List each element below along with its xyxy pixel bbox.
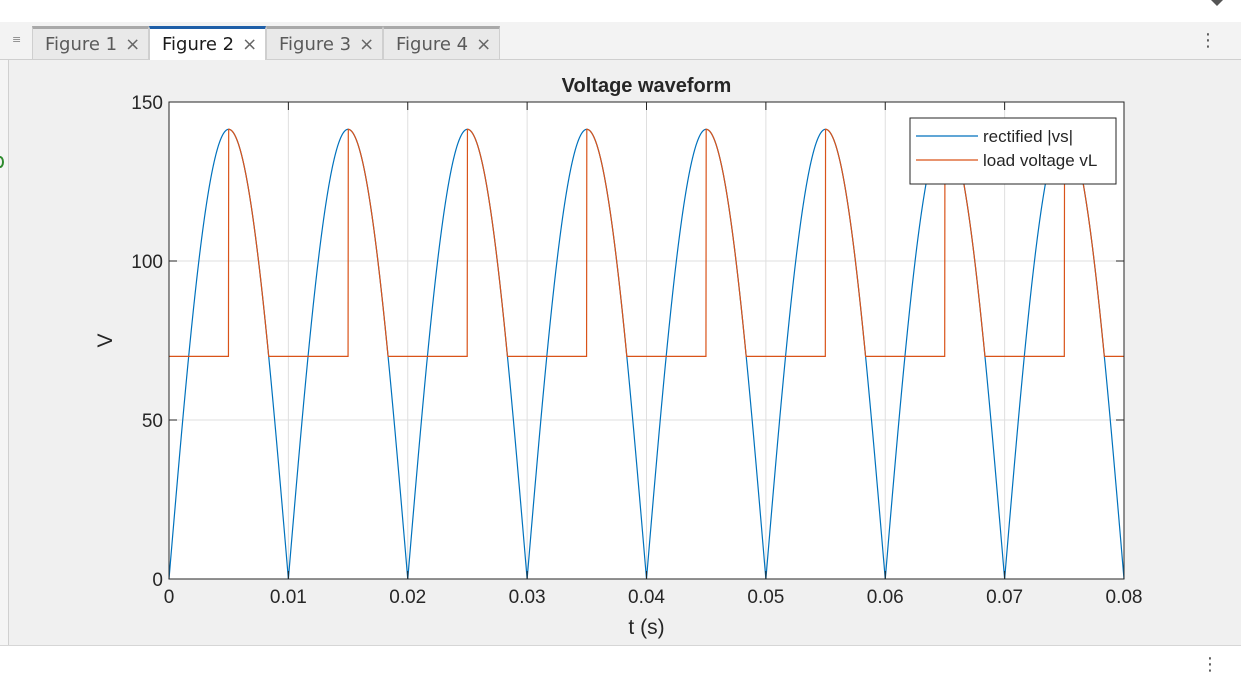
x-tick-label: 0.08 xyxy=(1106,587,1143,608)
close-icon[interactable]: × xyxy=(359,34,374,55)
x-tick-label: 0.02 xyxy=(389,587,426,608)
x-tick-label: 0.05 xyxy=(747,587,784,608)
tab-figure-3[interactable]: Figure 3 × xyxy=(266,26,383,59)
grip-icon[interactable]: ≡ xyxy=(12,34,21,45)
close-icon[interactable]: × xyxy=(125,34,140,55)
x-tick-label: 0 xyxy=(164,587,175,608)
x-tick-label: 0.03 xyxy=(509,587,546,608)
more-options-icon[interactable]: ⋮ xyxy=(1199,30,1217,51)
top-toolstrip xyxy=(0,0,1241,23)
figure-canvas: 0 0.01 0.02 0.03 0.04 0.05 0.06 0.07 0.08 0 50 100 1… xyxy=(9,60,1241,645)
x-tick-label: 0.04 xyxy=(628,587,665,608)
y-tick-label: 0 xyxy=(152,570,163,591)
tab-label: Figure 4 xyxy=(396,33,469,55)
legend-label-load-voltage: load voltage vL xyxy=(983,151,1097,170)
dropdown-arrow-icon[interactable] xyxy=(1211,0,1223,6)
y-axis-label: V xyxy=(94,333,117,347)
left-panel-edge xyxy=(0,60,9,645)
y-tick-label: 50 xyxy=(142,411,163,432)
legend-label-rectified: rectified |vs| xyxy=(983,127,1073,146)
tab-label: Figure 1 xyxy=(45,33,118,55)
legend[interactable]: rectified |vs| load voltage vL xyxy=(909,117,1117,185)
x-tick-label: 0.07 xyxy=(986,587,1023,608)
more-options-icon[interactable]: ⋮ xyxy=(1201,654,1219,675)
x-tick-label: 0.01 xyxy=(270,587,307,608)
x-tick-label: 0.06 xyxy=(867,587,904,608)
tab-figure-2[interactable]: Figure 2 × xyxy=(149,26,266,60)
figure-tab-bar: ≡ Figure 1 × Figure 2 × Figure 3 × Figur… xyxy=(0,22,1241,60)
tab-figure-1[interactable]: Figure 1 × xyxy=(32,26,149,59)
chart-title: Voltage waveform xyxy=(562,75,732,97)
close-icon[interactable]: × xyxy=(476,34,491,55)
tab-label: Figure 2 xyxy=(162,34,235,55)
tab-label: Figure 3 xyxy=(279,33,352,55)
status-indicator-icon xyxy=(0,156,4,168)
y-tick-label: 100 xyxy=(131,252,163,273)
tab-figure-4[interactable]: Figure 4 × xyxy=(383,26,500,59)
voltage-chart: 0 0.01 0.02 0.03 0.04 0.05 0.06 0.07 0.08 0 50 100 1… xyxy=(94,75,1143,639)
bottom-toolstrip: ⋮ xyxy=(0,645,1241,681)
close-icon[interactable]: × xyxy=(242,34,257,55)
x-axis-label: t (s) xyxy=(628,616,664,639)
y-tick-label: 150 xyxy=(131,93,163,114)
